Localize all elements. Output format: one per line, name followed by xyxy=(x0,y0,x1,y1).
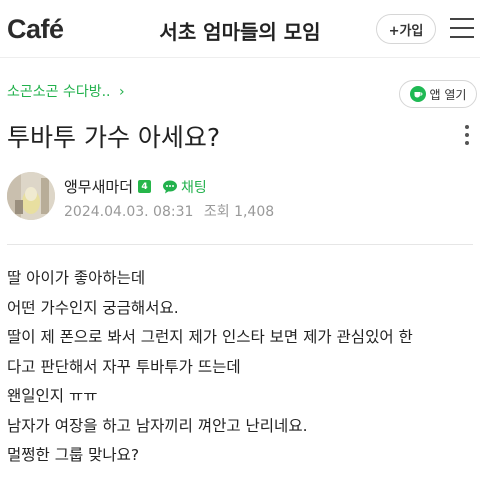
board-link[interactable]: 소곤소곤 수다방.. › xyxy=(7,81,125,101)
body-line: 딸이 제 폰으로 봐서 그런지 제가 인스타 보면 제가 관심있어 한 xyxy=(7,328,413,346)
body-line: 다고 판단해서 자꾸 투바투가 뜨는데 xyxy=(7,357,241,376)
cafe-cup-icon xyxy=(409,86,426,102)
hamburger-icon[interactable] xyxy=(450,18,474,38)
post-body: 딸 아이가 좋아하는데 어떤 가수인지 궁금해서요. 딸이 제 폰으로 봐서 그… xyxy=(7,264,477,471)
chevron-right-icon: › xyxy=(118,84,125,100)
chat-link[interactable]: 채팅 xyxy=(162,177,207,197)
avatar[interactable] xyxy=(7,172,55,220)
join-button[interactable]: +가입 xyxy=(376,14,436,44)
cafe-logo[interactable]: Café xyxy=(7,14,64,45)
body-line: 딸 아이가 좋아하는데 xyxy=(7,269,146,287)
author-row: 앵무새마더 4 채팅 xyxy=(64,176,207,197)
level-badge: 4 xyxy=(138,180,152,193)
divider xyxy=(7,244,473,245)
top-bar: Café 서초 엄마들의 모임 +가입 xyxy=(0,0,480,58)
post-title: 투바투 가수 아세요? xyxy=(7,123,221,152)
post-meta: 2024.04.03. 08:31 조회 1,408 xyxy=(64,201,274,221)
body-line: 어떤 가수인지 궁금해서요. xyxy=(7,298,179,317)
body-line: 왠일인지 ㅠㅠ xyxy=(7,387,98,405)
open-app-label: 앱 열기 xyxy=(429,87,467,102)
open-app-button[interactable]: 앱 열기 xyxy=(399,80,477,108)
chat-label: 채팅 xyxy=(181,179,207,196)
cafe-name[interactable]: 서초 엄마들의 모임 xyxy=(140,16,340,45)
body-line: 멀쩡한 그룹 맞나요? xyxy=(7,446,140,464)
post-date: 2024.04.03. 08:31 xyxy=(64,204,194,220)
author-name[interactable]: 앵무새마더 xyxy=(64,176,133,197)
body-line: 남자가 여장을 하고 남자끼리 껴안고 난리네요. xyxy=(7,416,308,435)
chat-bubble-icon xyxy=(163,180,178,193)
view-count: 조회 1,408 xyxy=(203,204,275,220)
board-name: 소곤소곤 수다방.. xyxy=(7,84,111,100)
more-vertical-icon[interactable] xyxy=(465,125,471,145)
